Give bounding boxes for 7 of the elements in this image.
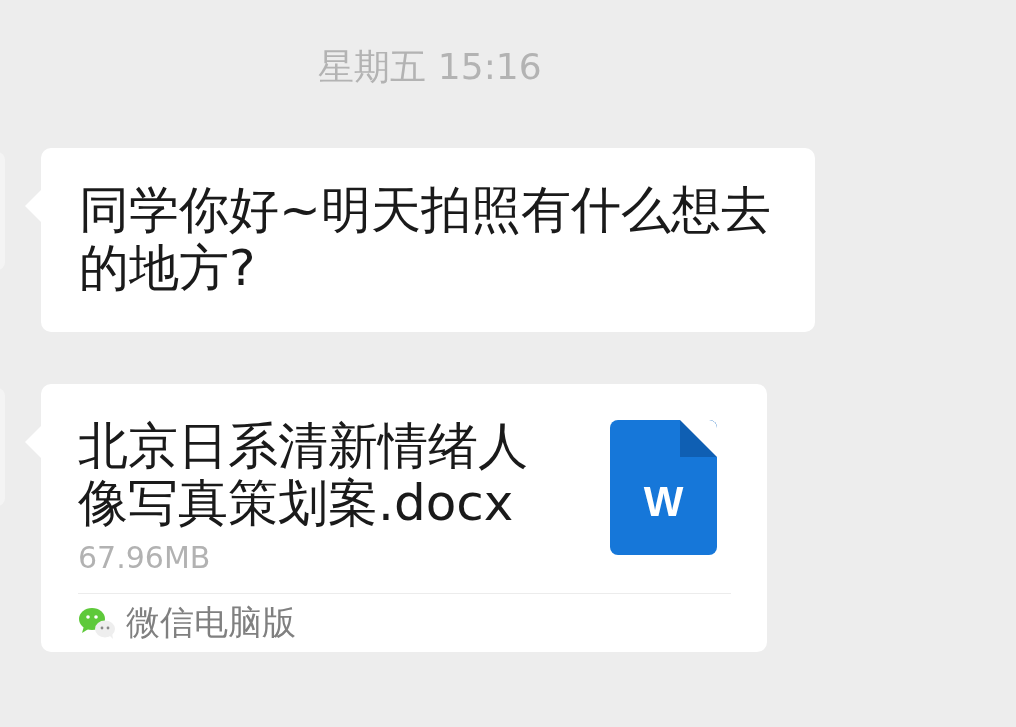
message-text: 同学你好~明天拍照有什么想去的地方? — [79, 181, 772, 297]
document-icon: W — [610, 420, 717, 555]
file-name: 北京日系清新情绪人像写真策划案.docx — [78, 418, 529, 532]
file-size: 67.96MB — [78, 540, 212, 576]
chat-bubbles-icon — [78, 606, 116, 640]
timestamp: 星期五 15:16 — [318, 45, 542, 89]
source-label: 微信电脑版 — [126, 601, 296, 644]
